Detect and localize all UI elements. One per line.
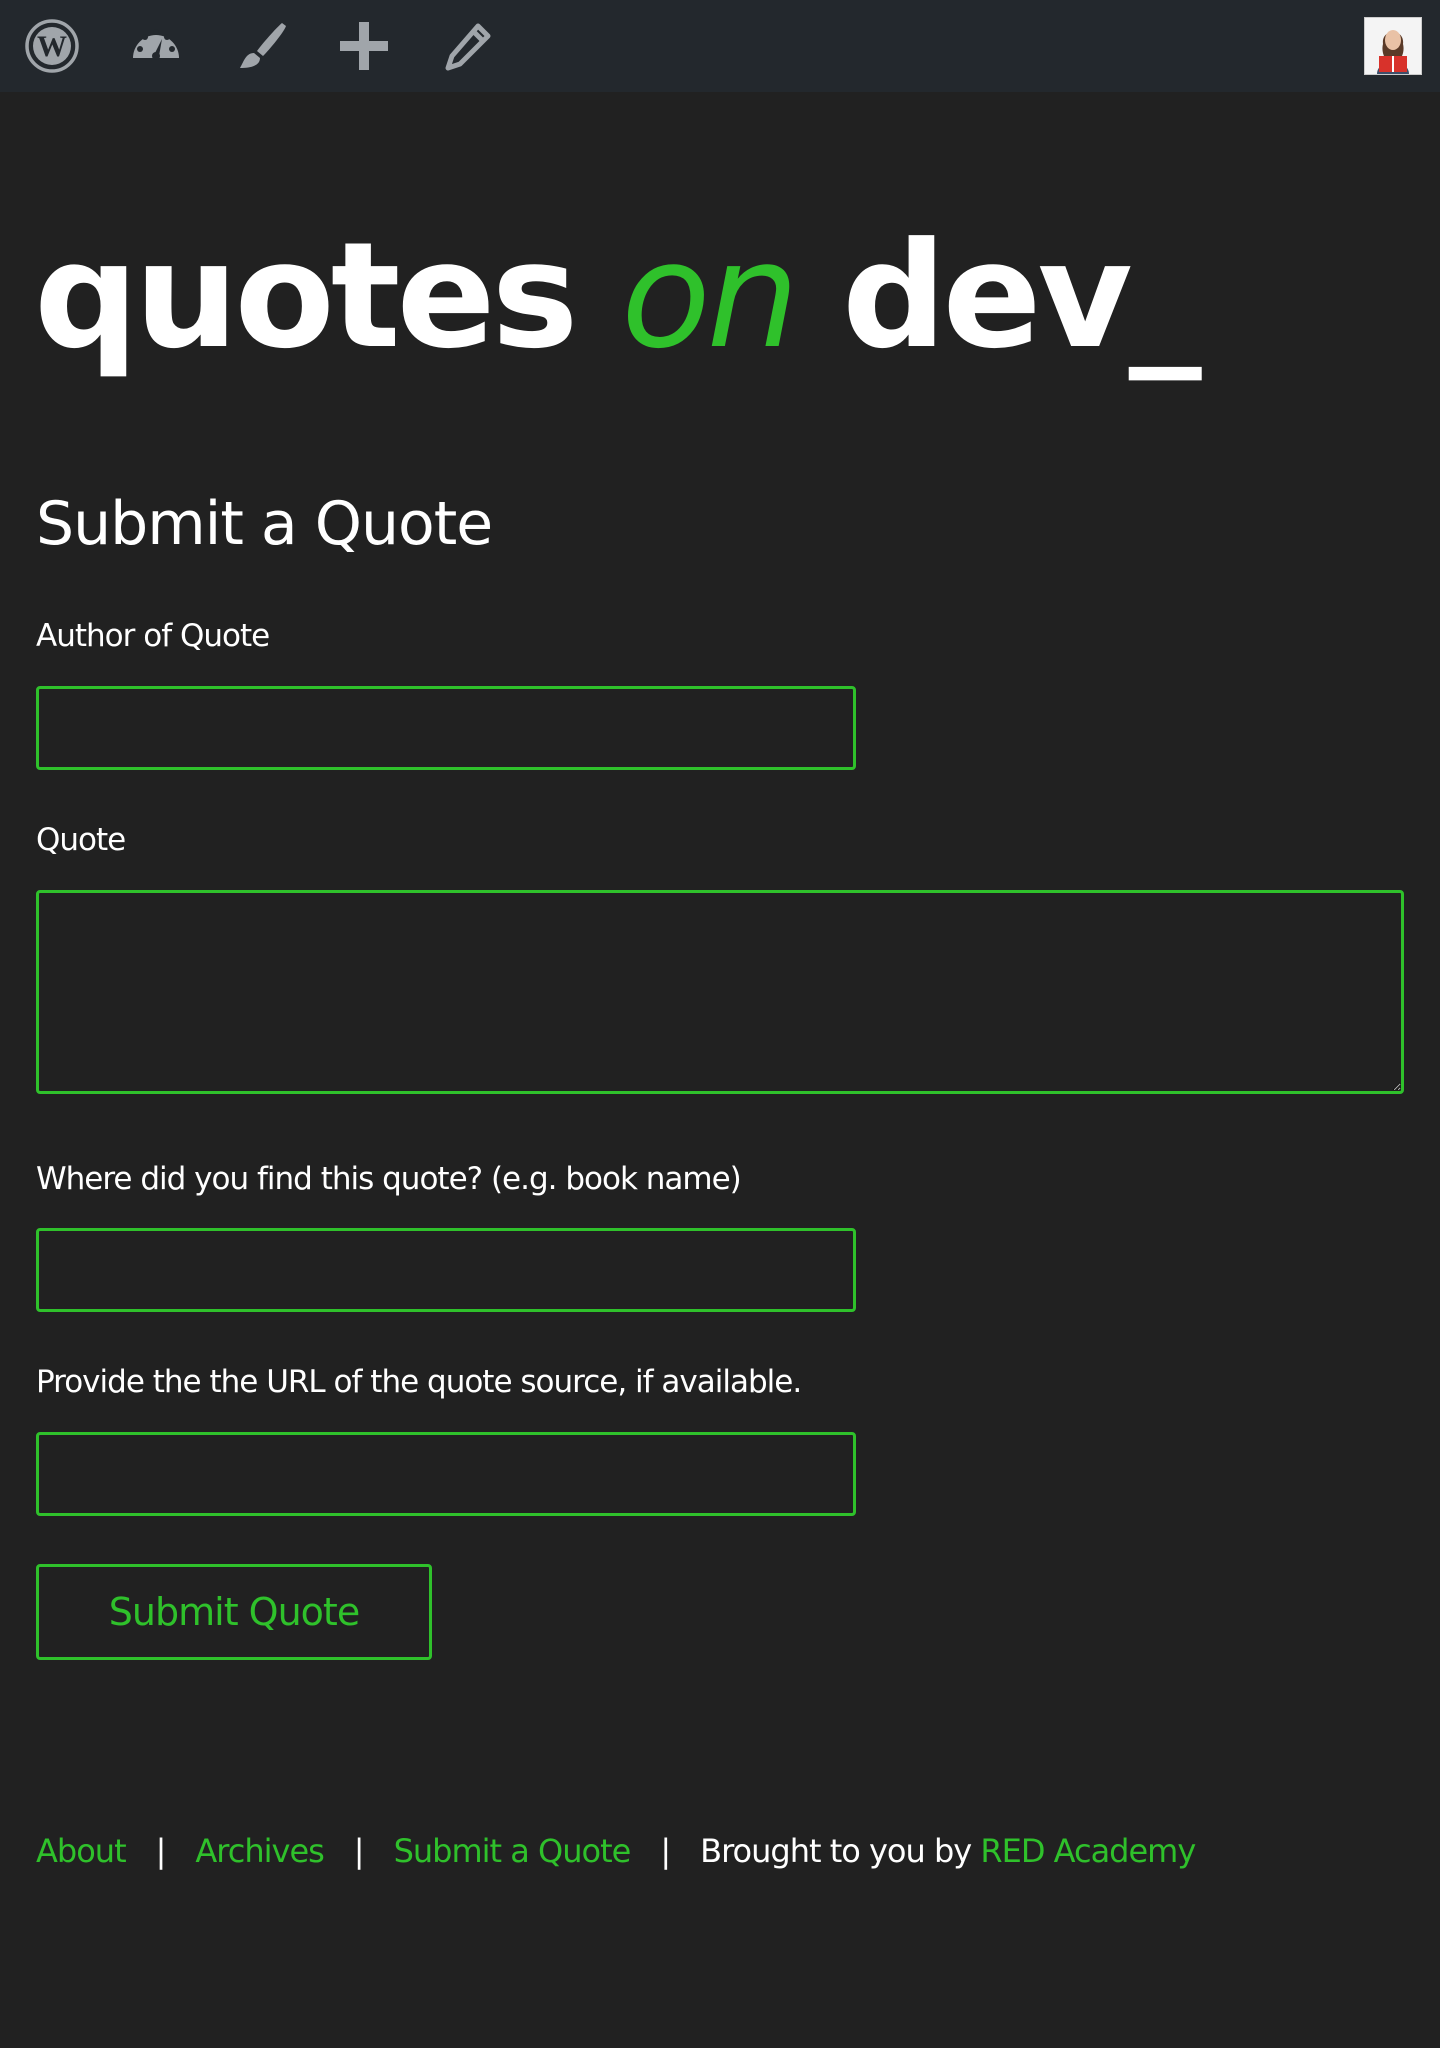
- footer-separator: |: [353, 1832, 365, 1870]
- customize-brush-icon[interactable]: [230, 16, 290, 76]
- dashboard-icon[interactable]: [126, 16, 186, 76]
- quote-label: Quote: [36, 822, 126, 858]
- avatar[interactable]: [1364, 17, 1422, 75]
- source-input[interactable]: [36, 1228, 856, 1312]
- edit-pencil-icon[interactable]: [438, 16, 498, 76]
- footer-link-about[interactable]: About: [36, 1832, 127, 1870]
- new-content-plus-icon[interactable]: [334, 16, 394, 76]
- footer-separator: |: [660, 1832, 671, 1870]
- footer-link-archives[interactable]: Archives: [195, 1832, 324, 1870]
- site-title-quotes: quotes: [34, 211, 578, 381]
- admin-toolbar: W: [0, 0, 1440, 92]
- footer-separator: |: [155, 1832, 167, 1870]
- author-label: Author of Quote: [36, 618, 270, 654]
- author-input[interactable]: [36, 686, 856, 770]
- wordpress-icon[interactable]: W: [22, 16, 82, 76]
- footer-link-submit-quote[interactable]: Submit a Quote: [394, 1832, 632, 1870]
- footer-link-red-academy[interactable]: RED Academy: [980, 1832, 1196, 1870]
- site-title-dev: dev_: [842, 211, 1202, 381]
- site-title-logo[interactable]: quotes on dev_: [34, 196, 1202, 396]
- submit-quote-button[interactable]: Submit Quote: [36, 1564, 432, 1660]
- source-label: Where did you find this quote? (e.g. boo…: [36, 1161, 742, 1197]
- footer-nav: About | Archives | Submit a Quote | Brou…: [36, 1826, 1196, 1876]
- site-title-on: on: [621, 211, 799, 381]
- url-label: Provide the the URL of the quote source,…: [36, 1364, 802, 1400]
- quote-textarea[interactable]: [36, 890, 1404, 1094]
- page-title: Submit a Quote: [36, 489, 493, 559]
- svg-text:W: W: [37, 30, 67, 63]
- footer-credit-text: Brought to you by: [700, 1832, 972, 1870]
- url-input[interactable]: [36, 1432, 856, 1516]
